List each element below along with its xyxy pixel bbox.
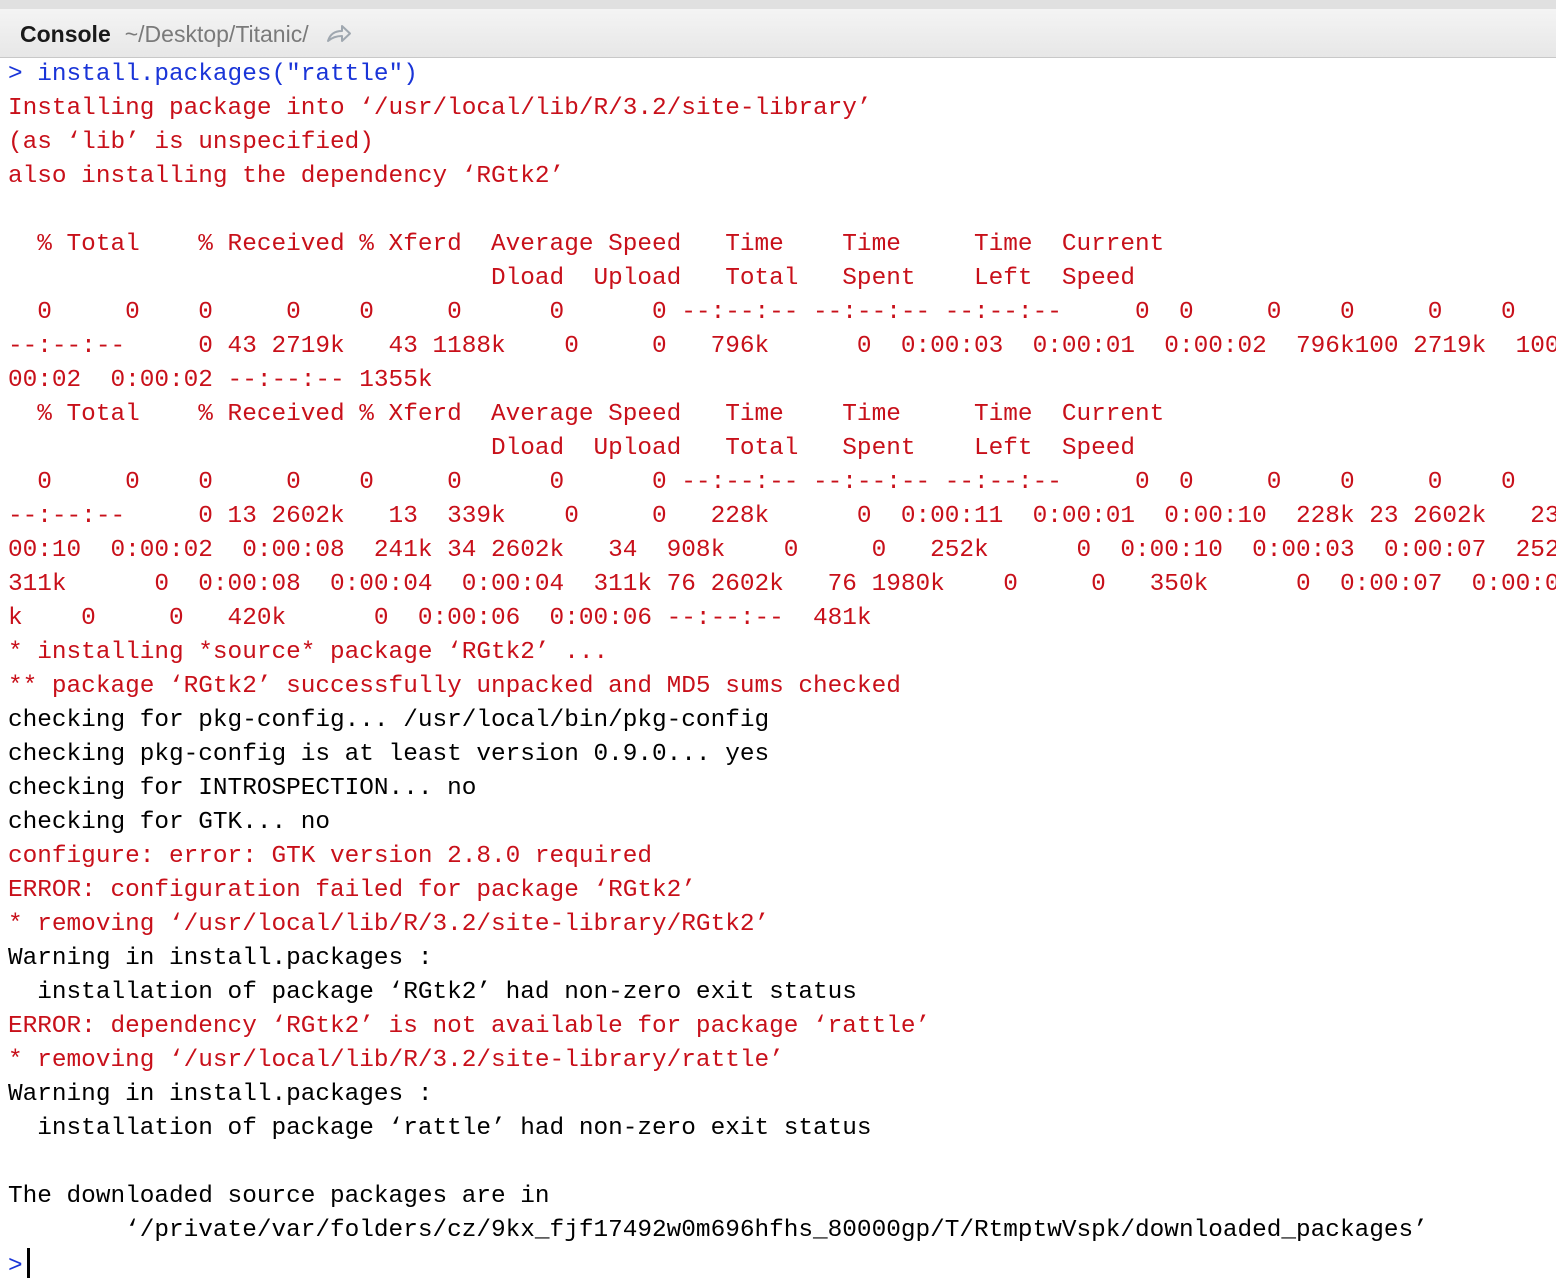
console-line: k 0 0 420k 0 0:00:06 0:00:06 --:--:-- 48… bbox=[8, 605, 872, 632]
console-line: (as ‘lib’ is unspecified) bbox=[8, 129, 374, 156]
console-line: The downloaded source packages are in bbox=[8, 1183, 550, 1210]
console-line: also installing the dependency ‘RGtk2’ bbox=[8, 163, 565, 190]
console-line: 311k 0 0:00:08 0:00:04 0:00:04 311k 76 2… bbox=[8, 571, 1556, 598]
console-line: > install.packages("rattle") bbox=[8, 61, 418, 88]
console-line: ERROR: dependency ‘RGtk2’ is not availab… bbox=[8, 1013, 931, 1040]
console-line: 00:10 0:00:02 0:00:08 241k 34 2602k 34 9… bbox=[8, 537, 1556, 564]
working-directory-path: ~/Desktop/Titanic/ bbox=[124, 20, 309, 47]
console-line: Warning in install.packages : bbox=[8, 1081, 433, 1108]
console-line: checking for GTK... no bbox=[8, 809, 331, 836]
console-line: Installing package into ‘/usr/local/lib/… bbox=[8, 95, 872, 122]
console-output[interactable]: > install.packages("rattle") Installing p… bbox=[8, 58, 1556, 1282]
console-line: --:--:-- 0 13 2602k 13 339k 0 0 228k 0 0… bbox=[8, 503, 1556, 530]
pane-title[interactable]: Console bbox=[20, 21, 111, 48]
console-line: installation of package ‘RGtk2’ had non-… bbox=[8, 979, 857, 1006]
console-line: checking pkg-config is at least version … bbox=[8, 741, 770, 768]
console-line: ERROR: configuration failed for package … bbox=[8, 877, 696, 904]
console-line: 00:02 0:00:02 --:--:-- 1355k bbox=[8, 367, 433, 394]
console-line: % Total % Received % Xferd Average Speed… bbox=[8, 401, 1165, 428]
console-line: Dload Upload Total Spent Left Speed bbox=[8, 435, 1136, 462]
console-pane-header: Console ~/Desktop/Titanic/ bbox=[0, 0, 1556, 58]
console-line: * removing ‘/usr/local/lib/R/3.2/site-li… bbox=[8, 1047, 784, 1074]
console-line: % Total % Received % Xferd Average Speed… bbox=[8, 231, 1165, 258]
console-line: 0 0 0 0 0 0 0 0 --:--:-- --:--:-- --:--:… bbox=[8, 299, 1556, 326]
arrow-right-icon[interactable] bbox=[325, 23, 353, 45]
console-line: 0 0 0 0 0 0 0 0 --:--:-- --:--:-- --:--:… bbox=[8, 469, 1556, 496]
console-line: --:--:-- 0 43 2719k 43 1188k 0 0 796k 0 … bbox=[8, 333, 1556, 360]
console-line: configure: error: GTK version 2.8.0 requ… bbox=[8, 843, 653, 870]
prompt-symbol: > bbox=[8, 1253, 23, 1280]
console-line: installation of package ‘rattle’ had non… bbox=[8, 1115, 872, 1142]
console-line: * installing *source* package ‘RGtk2’ ..… bbox=[8, 639, 609, 666]
console-prompt[interactable]: > bbox=[8, 1248, 1556, 1282]
console-line: checking for INTROSPECTION... no bbox=[8, 775, 477, 802]
console-pane: Console ~/Desktop/Titanic/ > install.pac… bbox=[0, 0, 1556, 1282]
console-line: checking for pkg-config... /usr/local/bi… bbox=[8, 707, 770, 734]
console-line: Dload Upload Total Spent Left Speed bbox=[8, 265, 1136, 292]
console-line: ‘/private/var/folders/cz/9kx_fjf17492w0m… bbox=[8, 1217, 1428, 1244]
console-line: ** package ‘RGtk2’ successfully unpacked… bbox=[8, 673, 901, 700]
console-line: * removing ‘/usr/local/lib/R/3.2/site-li… bbox=[8, 911, 770, 938]
console-line: Warning in install.packages : bbox=[8, 945, 433, 972]
text-cursor bbox=[26, 1248, 30, 1278]
